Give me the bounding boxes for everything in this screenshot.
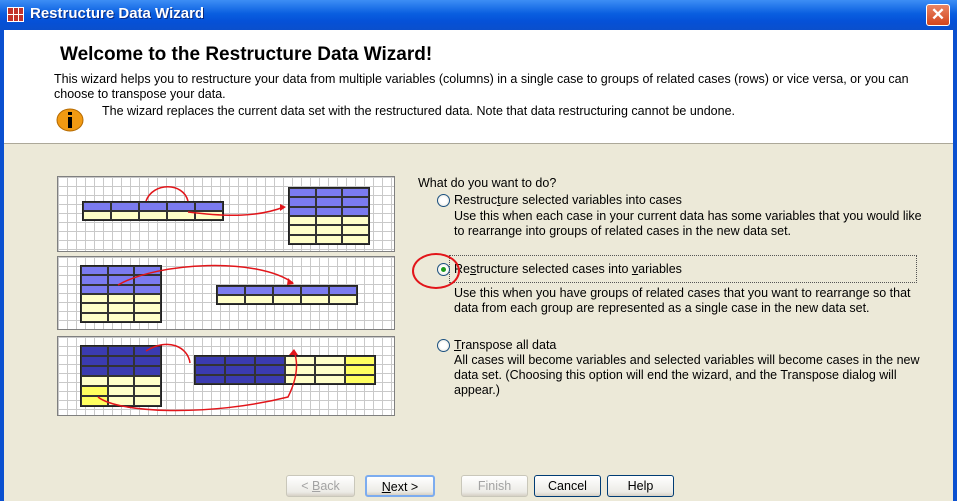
transpose-arrow-graphic (97, 343, 298, 412)
illustration-cases-to-variables (57, 256, 395, 330)
title-bar[interactable]: Restructure Data Wizard ✕ (0, 0, 957, 30)
restructure-arrow-graphic (145, 186, 286, 217)
info-icon (56, 108, 84, 132)
spss-data-icon (7, 7, 24, 22)
page-title: Welcome to the Restructure Data Wizard! (60, 44, 433, 65)
back-button[interactable]: < Back (286, 475, 355, 497)
intro-text: This wizard helps you to restructure you… (54, 72, 909, 101)
illustration-variables-to-cases (57, 176, 395, 252)
option-cases-to-variables-label[interactable]: Restructure selected cases into variable… (454, 262, 682, 276)
option-transpose-radio[interactable] (437, 339, 450, 352)
option-cases-to-variables-description: Use this when you have groups of related… (454, 286, 911, 315)
option-variables-to-cases-description: Use this when each case in your current … (454, 209, 922, 238)
restructure-data-wizard-window: Restructure Data Wizard ✕ Welcome to the… (0, 0, 957, 501)
option-transpose-label[interactable]: Transpose all data (454, 338, 556, 352)
warning-note: The wizard replaces the current data set… (102, 104, 736, 118)
question-label: What do you want to do? (418, 176, 557, 190)
option-variables-to-cases-label[interactable]: Restructure selected variables into case… (454, 193, 682, 207)
illustration-transpose (57, 336, 395, 416)
next-button[interactable]: Next > (365, 475, 435, 497)
cancel-button[interactable]: Cancel (534, 475, 601, 497)
help-button[interactable]: Help (607, 475, 674, 497)
finish-button[interactable]: Finish (461, 475, 528, 497)
close-button[interactable]: ✕ (926, 4, 950, 26)
option-transpose-description: All cases will become variables and sele… (454, 353, 920, 397)
option-variables-to-cases-radio[interactable] (437, 194, 450, 207)
restructure-arrow-graphic (117, 264, 294, 286)
window-title: Restructure Data Wizard (30, 5, 205, 22)
wizard-header: Welcome to the Restructure Data Wizard! … (4, 30, 953, 144)
window-border-right (953, 30, 957, 501)
highlight-circle (412, 253, 460, 289)
